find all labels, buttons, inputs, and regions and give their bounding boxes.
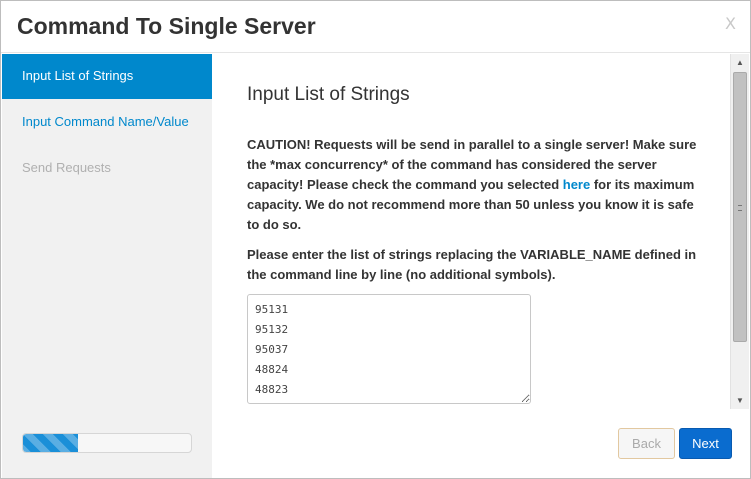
modal-footer: Back Next bbox=[213, 409, 750, 478]
capacity-help-link[interactable]: here bbox=[563, 177, 590, 192]
next-button[interactable]: Next bbox=[679, 428, 732, 459]
step-input-list-of-strings[interactable]: Input List of Strings bbox=[2, 54, 212, 99]
modal-header: Command To Single Server X bbox=[1, 1, 750, 53]
close-icon[interactable]: X bbox=[725, 14, 736, 33]
back-button[interactable]: Back bbox=[618, 428, 675, 459]
scroll-thumb[interactable] bbox=[733, 72, 747, 342]
strings-list-input[interactable]: 95131 95132 95037 48824 48823 bbox=[247, 294, 531, 404]
section-title: Input List of Strings bbox=[247, 84, 410, 105]
caution-text: CAUTION! Requests will be send in parall… bbox=[247, 135, 709, 235]
scroll-up-arrow-icon[interactable]: ▲ bbox=[731, 54, 749, 71]
step-content: Input List of Strings CAUTION! Requests … bbox=[213, 54, 730, 407]
wizard-progress-bar bbox=[22, 433, 192, 453]
step-send-requests: Send Requests bbox=[22, 160, 111, 175]
modal-title: Command To Single Server bbox=[17, 13, 316, 39]
wizard-modal: Command To Single Server X Input List of… bbox=[0, 0, 751, 479]
scroll-down-arrow-icon[interactable]: ▼ bbox=[731, 392, 749, 409]
content-scrollbar[interactable]: ▲ ▼ bbox=[730, 54, 749, 409]
scroll-grip-icon bbox=[738, 205, 742, 211]
progress-fill bbox=[23, 434, 79, 452]
step-input-command-name-value[interactable]: Input Command Name/Value bbox=[2, 100, 212, 145]
instruction-text: Please enter the list of strings replaci… bbox=[247, 247, 697, 282]
wizard-steps-sidebar: Input List of Strings Input Command Name… bbox=[2, 54, 212, 478]
